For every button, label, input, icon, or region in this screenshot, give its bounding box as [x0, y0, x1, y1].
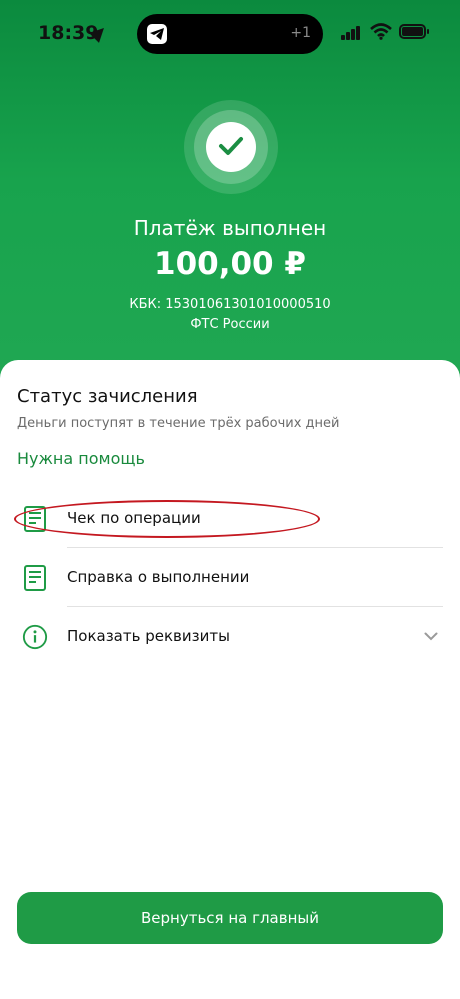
info-icon: [22, 624, 48, 650]
divider: [67, 606, 443, 607]
document-icon: [24, 565, 46, 591]
details-sheet: Статус зачисления Деньги поступят в тече…: [0, 360, 460, 999]
wifi-icon: [370, 23, 392, 40]
success-badge: [184, 100, 278, 194]
help-link[interactable]: Нужна помощь: [17, 449, 145, 468]
battery-icon: [399, 24, 429, 39]
dynamic-island[interactable]: +1: [137, 14, 323, 54]
receiver-name: ФТС России: [190, 317, 270, 332]
completion-certificate-row[interactable]: Справка о выполнении: [0, 549, 460, 607]
check-icon: [206, 122, 256, 172]
signal-icon: [341, 26, 361, 40]
telegram-icon: [147, 24, 167, 44]
crediting-status-title: Статус зачисления: [17, 386, 198, 407]
show-details-label: Показать реквизиты: [67, 627, 230, 645]
completion-certificate-label: Справка о выполнении: [67, 568, 250, 586]
red-annotation-oval: [14, 500, 320, 538]
divider: [67, 547, 443, 548]
return-home-button[interactable]: Вернуться на главный: [17, 892, 443, 944]
payment-status-title: Платёж выполнен: [133, 216, 327, 240]
chevron-down-icon[interactable]: [424, 632, 438, 641]
payment-amount: 100,00 ₽: [154, 246, 306, 282]
notification-count: +1: [290, 25, 311, 41]
crediting-status-subtitle: Деньги поступят в течение трёх рабочих д…: [17, 416, 340, 431]
show-details-row[interactable]: Показать реквизиты: [0, 608, 460, 666]
kbk-code: КБК: 15301061301010000510: [129, 297, 331, 312]
success-header: 18:39 +1 Платёж выполнен 100,00 ₽ КБК: 1…: [0, 0, 460, 400]
status-bar: 18:39 +1: [0, 0, 460, 70]
